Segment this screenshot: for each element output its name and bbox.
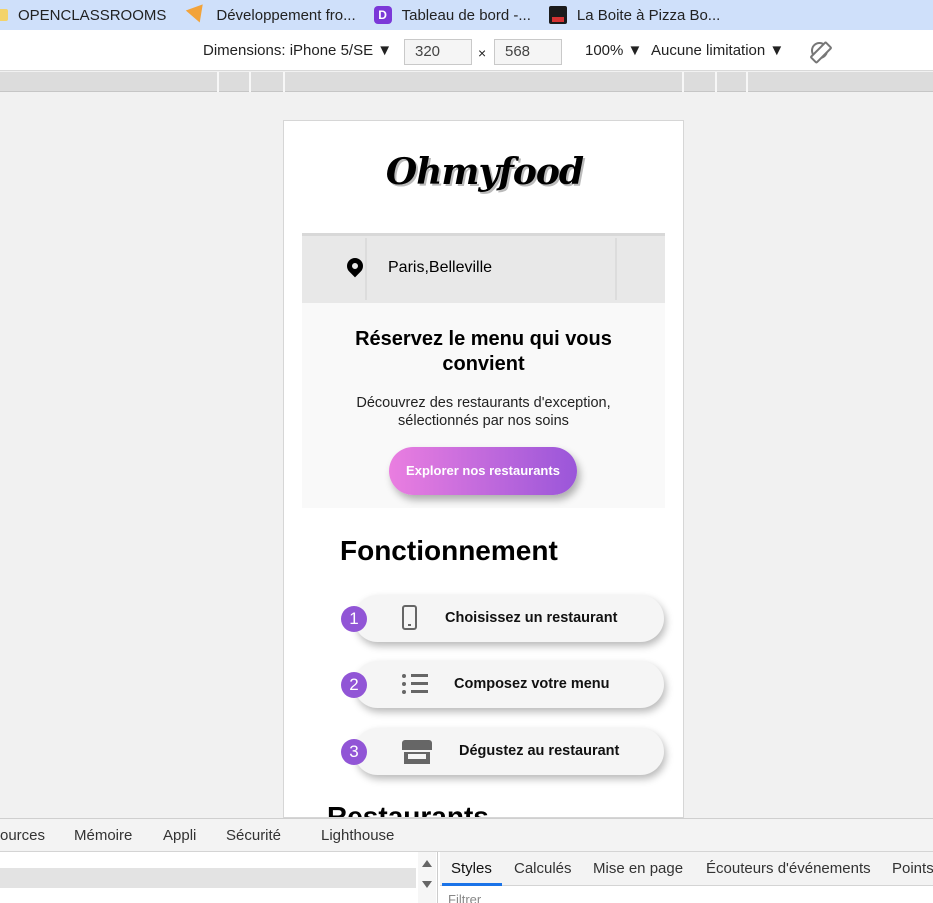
- tab-points[interactable]: Points: [892, 860, 933, 877]
- bookmark-tableau-de-bord[interactable]: D Tableau de bord -...: [373, 0, 531, 30]
- elements-pane[interactable]: [0, 852, 438, 903]
- scroll-up-icon[interactable]: [422, 860, 432, 867]
- styles-filter-input[interactable]: Filtrer: [448, 892, 481, 903]
- zoom-select[interactable]: 100% ▼: [585, 30, 642, 71]
- phone-icon: [402, 605, 417, 630]
- scroll-down-icon[interactable]: [422, 881, 432, 888]
- scrollbar[interactable]: [418, 852, 436, 903]
- triangle-icon: [186, 4, 209, 26]
- step-label: Choisissez un restaurant: [445, 610, 618, 626]
- step-number-1: 1: [341, 606, 367, 632]
- bookmark-pizza[interactable]: La Boite à Pizza Bo...: [548, 0, 721, 30]
- hero-subtitle: Découvrez des restaurants d'exception, s…: [356, 395, 611, 429]
- device-dimensions-select[interactable]: Dimensions: iPhone 5/SE ▼: [203, 30, 392, 71]
- location-bar: Paris,Belleville: [302, 233, 665, 303]
- styles-tabbar: Styles Calculés Mise en page Écouteurs d…: [440, 852, 933, 886]
- devtools-tabbar: ources Mémoire Appli Sécurité Lighthouse: [0, 818, 933, 852]
- hero-section: Réservez le menu qui vous convient Décou…: [302, 303, 665, 508]
- tab-styles[interactable]: Styles: [451, 860, 492, 877]
- tab-memoire[interactable]: Mémoire: [74, 827, 132, 844]
- folder-icon: [0, 9, 8, 21]
- bookmark-label: OPENCLASSROOMS: [18, 6, 167, 24]
- tab-securite[interactable]: Sécurité: [226, 827, 281, 844]
- device-viewport: Ohmyfood Paris,Belleville Réservez le me…: [283, 120, 684, 818]
- times-sign: ×: [478, 44, 487, 61]
- step-label: Dégustez au restaurant: [459, 743, 620, 759]
- tab-mise-en-page[interactable]: Mise en page: [593, 860, 683, 877]
- step-card-3[interactable]: Dégustez au restaurant: [354, 728, 664, 775]
- purple-logo-icon: D: [373, 6, 392, 24]
- bookmark-label: Tableau de bord -...: [401, 6, 531, 24]
- bookmark-developpement[interactable]: Développement fro...: [184, 0, 356, 30]
- pizza-icon: [548, 6, 567, 24]
- tab-sources[interactable]: ources: [0, 827, 45, 844]
- tab-lighthouse[interactable]: Lighthouse: [321, 827, 394, 844]
- store-icon: [402, 740, 432, 764]
- bookmark-label: Développement fro...: [216, 6, 356, 24]
- active-tab-indicator: [442, 883, 502, 886]
- explore-restaurants-button[interactable]: Explorer nos restaurants: [389, 447, 577, 495]
- restaurants-title: Restaurants: [327, 801, 489, 818]
- bookmark-label: La Boite à Pizza Bo...: [576, 6, 721, 24]
- step-number-3: 3: [341, 739, 367, 765]
- how-it-works-title: Fonctionnement: [340, 535, 558, 566]
- tab-ecouteurs[interactable]: Écouteurs d'événements: [706, 860, 871, 877]
- list-icon: [402, 674, 428, 694]
- step-card-1[interactable]: Choisissez un restaurant: [354, 595, 664, 642]
- step-card-2[interactable]: Composez votre menu: [354, 661, 664, 708]
- media-query-ruler[interactable]: [0, 72, 933, 92]
- tab-calcules[interactable]: Calculés: [514, 860, 572, 877]
- hero-title: Réservez le menu qui vous convient: [355, 328, 612, 375]
- map-pin-icon: [343, 254, 367, 278]
- bookmark-openclassrooms[interactable]: OPENCLASSROOMS: [0, 0, 166, 30]
- selected-node-row[interactable]: [0, 868, 416, 888]
- throttle-select[interactable]: Aucune limitation ▼: [651, 30, 784, 71]
- device-toolbar: Dimensions: iPhone 5/SE ▼ 320 × 568 100%…: [0, 30, 933, 71]
- location-text: Paris,Belleville: [388, 259, 493, 276]
- tab-appli[interactable]: Appli: [163, 827, 196, 844]
- bookmarks-bar: OPENCLASSROOMS Développement fro... D Ta…: [0, 0, 933, 30]
- height-input[interactable]: 568: [494, 39, 562, 65]
- rotate-icon[interactable]: [811, 42, 828, 59]
- step-number-2: 2: [341, 672, 367, 698]
- devtools-lower-panel: Styles Calculés Mise en page Écouteurs d…: [0, 852, 933, 903]
- width-input[interactable]: 320: [404, 39, 472, 65]
- step-label: Composez votre menu: [454, 676, 610, 692]
- site-logo[interactable]: Ohmyfood: [284, 151, 683, 193]
